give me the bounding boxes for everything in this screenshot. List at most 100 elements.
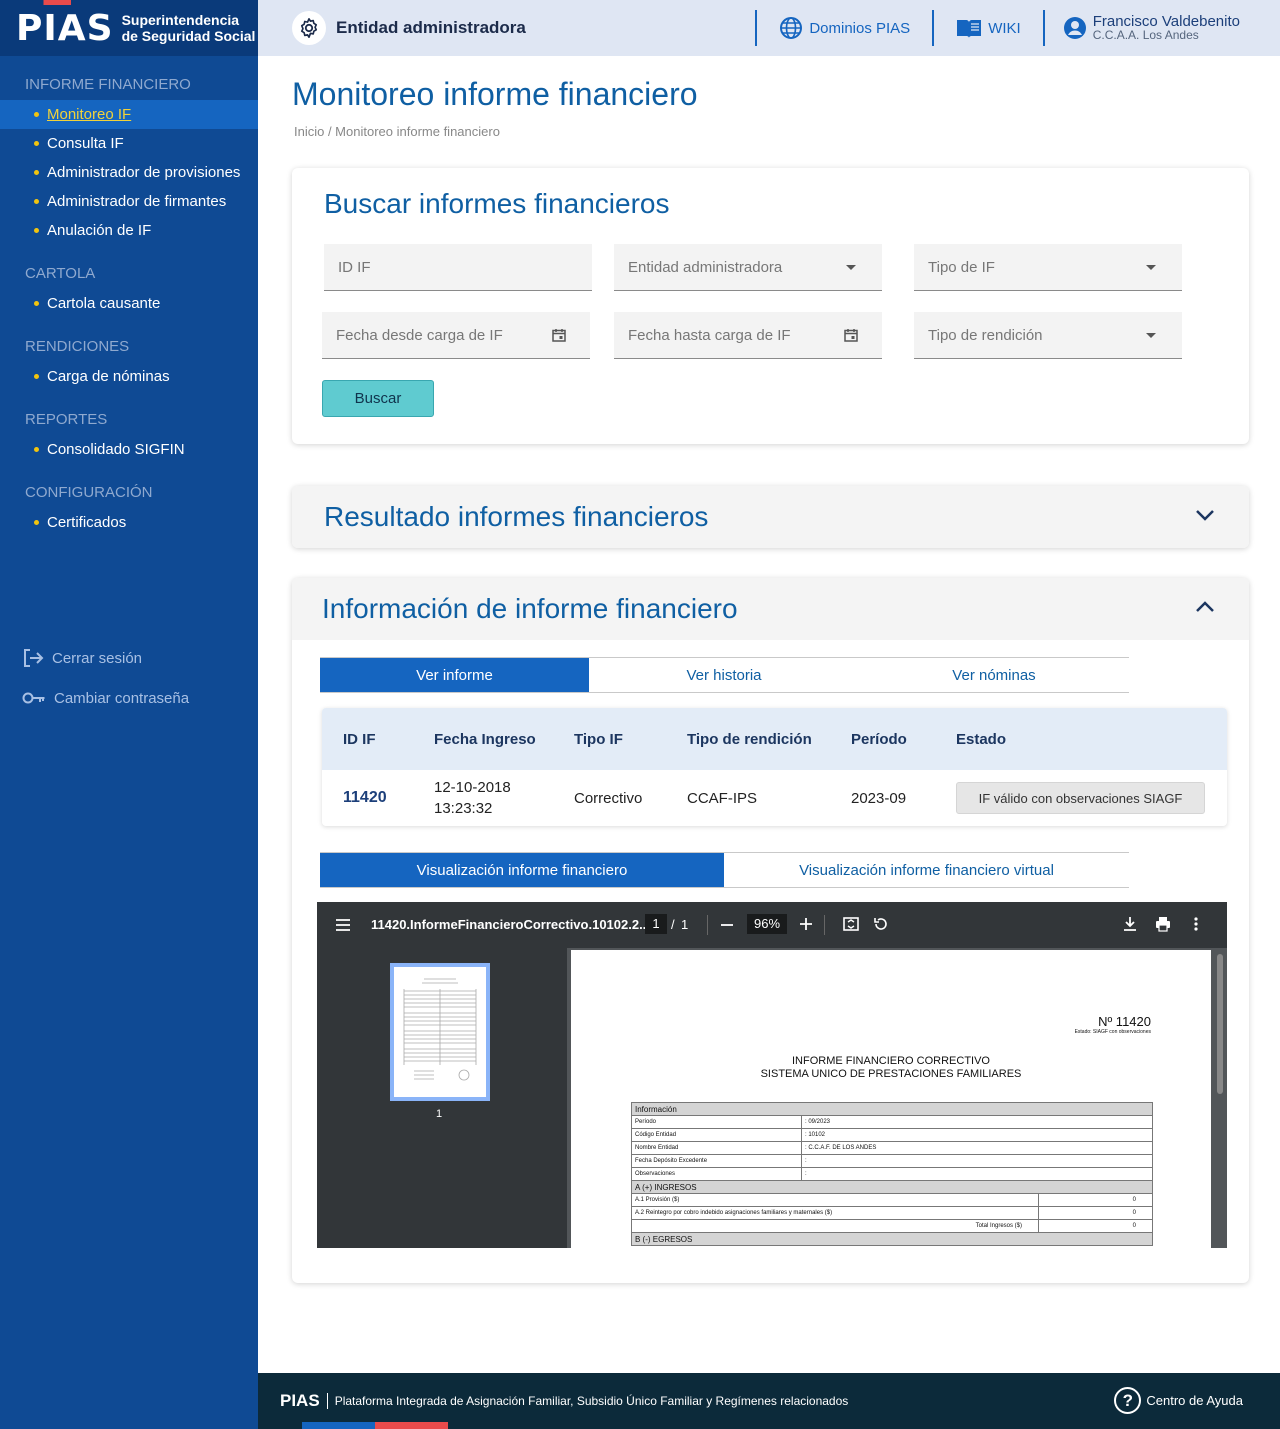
sidebar-item-provisiones[interactable]: Administrador de provisiones [0,158,258,187]
bullet-icon [34,170,39,175]
report-table: ID IF Fecha Ingreso Tipo IF Tipo de rend… [322,708,1227,826]
info-title: Información de informe financiero [322,593,738,624]
doc-row-label: A.1 Provisión ($) [631,1193,1039,1207]
user-name: Francisco Valdebenito [1092,13,1240,30]
sidebar-item-firmantes[interactable]: Administrador de firmantes [0,187,258,216]
doc-row-value: : 10102 [801,1128,1153,1142]
search-card: Buscar informes financieros ID IF Entida… [292,168,1249,444]
sidebar-item-cartola-causante[interactable]: Cartola causante [0,289,258,318]
date-from-input[interactable]: Fecha desde carga de IF [322,312,590,359]
help-center-link[interactable]: ? Centro de Ayuda [1114,1387,1243,1414]
date-from-placeholder: Fecha desde carga de IF [336,326,503,344]
user-menu[interactable]: Francisco Valdebenito C.C.A.A. Los Andes [1042,10,1280,46]
tab-ver-historia[interactable]: Ver historia [589,658,859,692]
rotate-icon[interactable] [873,916,889,932]
breadcrumb[interactable]: Inicio / Monitoreo informe financiero [294,124,500,139]
search-button[interactable]: Buscar [322,380,434,417]
if-type-select[interactable]: Tipo de IF [914,244,1182,291]
rendition-type: CCAF-IPS [687,789,758,807]
logout-label: Cerrar sesión [52,649,143,667]
doc-row-value: 0 [1038,1193,1153,1207]
flag-stripe [302,1422,448,1429]
sidebar-item-label: Administrador de provisiones [47,164,241,181]
column-header: Período [851,730,907,748]
entity-select-placeholder: Entidad administradora [628,258,783,276]
domains-link[interactable]: Dominios PIAS [755,10,932,46]
entity-settings-button[interactable] [292,11,326,45]
gear-icon [300,18,318,38]
pdf-scrollbar[interactable] [1217,954,1223,1094]
column-header: Tipo IF [574,730,623,748]
sidebar-item-monitoreo-if[interactable]: Monitoreo IF [0,100,258,129]
results-title: Resultado informes financieros [324,501,709,532]
thumbnail-preview [403,978,477,1081]
top-header: Entidad administradora Dominios PIAS WIK… [258,0,1280,56]
pdf-thumbnails: 1 [317,948,567,1248]
sidebar-item-anulacion[interactable]: Anulación de IF [0,216,258,245]
zoom-in-icon[interactable] [800,918,812,930]
doc-status: Estado: SIAGF con observaciones [1074,1029,1151,1035]
sidebar-item-label: Certificados [47,514,127,531]
brand-logo[interactable]: PIAS Superintendencia de Seguridad Socia… [0,0,258,56]
doc-row-value: : [801,1154,1153,1168]
menu-icon[interactable] [335,918,351,932]
bullet-icon [34,112,39,117]
divider [824,915,825,935]
nav-section-cartola: CARTOLA [25,265,96,282]
tab-ver-informe[interactable]: Ver informe [320,658,589,692]
user-organization: C.C.A.A. Los Andes [1092,28,1199,42]
sidebar-item-label: Anulación de IF [47,222,152,239]
zoom-out-icon[interactable] [721,924,733,926]
help-icon: ? [1114,1387,1142,1414]
date-to-input[interactable]: Fecha hasta carga de IF [614,312,882,359]
info-accordion-header[interactable]: Información de informe financiero [292,578,1249,640]
column-header: Tipo de rendición [687,730,812,748]
results-accordion-header[interactable]: Resultado informes financieros [292,486,1249,548]
view-tabs: Visualización informe financiero Visuali… [320,852,1129,888]
search-title: Buscar informes financieros [324,188,670,219]
sidebar-item-consolidado-sigfin[interactable]: Consolidado SIGFIN [0,435,258,464]
tab-ver-nominas[interactable]: Ver nóminas [859,658,1129,692]
doc-row-label: Período [631,1115,802,1129]
doc-total-value: 0 [1038,1219,1153,1233]
change-password-button[interactable]: Cambiar contraseña [22,688,189,708]
download-icon[interactable] [1123,916,1137,932]
tab-visualizacion-virtual[interactable]: Visualización informe financiero virtual [724,853,1129,887]
column-header: Estado [956,730,1007,748]
fit-page-icon[interactable] [843,917,859,931]
sidebar-item-label: Cartola causante [47,295,161,312]
pdf-page: Nº 11420 Estado: SIAGF con observaciones… [571,950,1211,1248]
pdf-page-input[interactable]: 1 [645,914,667,934]
logout-button[interactable]: Cerrar sesión [22,648,142,668]
wiki-link[interactable]: WIKI [932,10,1043,46]
pdf-zoom-input[interactable]: 96% [747,914,787,934]
entity-select[interactable]: Entidad administradora [614,244,882,291]
pdf-page-total: 1 [681,917,689,932]
bullet-icon [34,199,39,204]
sidebar-item-label: Consolidado SIGFIN [47,441,185,458]
rendition-type-select[interactable]: Tipo de rendición [914,312,1182,359]
sidebar-item-carga-nominas[interactable]: Carga de nóminas [0,362,258,391]
sidebar-item-certificados[interactable]: Certificados [0,508,258,537]
doc-row-label: Nombre Entidad [631,1141,802,1155]
report-id-link[interactable]: 11420 [343,789,387,806]
logo-subtitle: Superintendencia de Seguridad Social [122,12,256,44]
more-options-icon[interactable] [1194,917,1198,931]
bullet-icon [34,301,39,306]
nav-section-informe: INFORME FINANCIERO [25,76,191,93]
wiki-label: WIKI [988,19,1021,37]
pdf-filename: 11420.InformeFinancieroCorrectivo.10102.… [371,917,650,932]
print-icon[interactable] [1155,916,1171,932]
tab-visualizacion[interactable]: Visualización informe financiero [320,853,724,887]
pdf-viewer: 11420.InformeFinancieroCorrectivo.10102.… [317,902,1227,1248]
caret-down-icon [846,265,856,270]
bullet-icon [34,141,39,146]
footer-divider [326,1393,328,1409]
logo-subtitle-line1: Superintendencia [121,12,240,28]
page-thumbnail[interactable] [390,963,490,1101]
sidebar-item-consulta-if[interactable]: Consulta IF [0,129,258,158]
doc-title-line1: INFORME FINANCIERO CORRECTIVO [791,1055,990,1067]
date-to-placeholder: Fecha hasta carga de IF [628,326,791,344]
id-if-input[interactable]: ID IF [324,244,592,291]
logo-subtitle-line2: de Seguridad Social [121,28,256,44]
